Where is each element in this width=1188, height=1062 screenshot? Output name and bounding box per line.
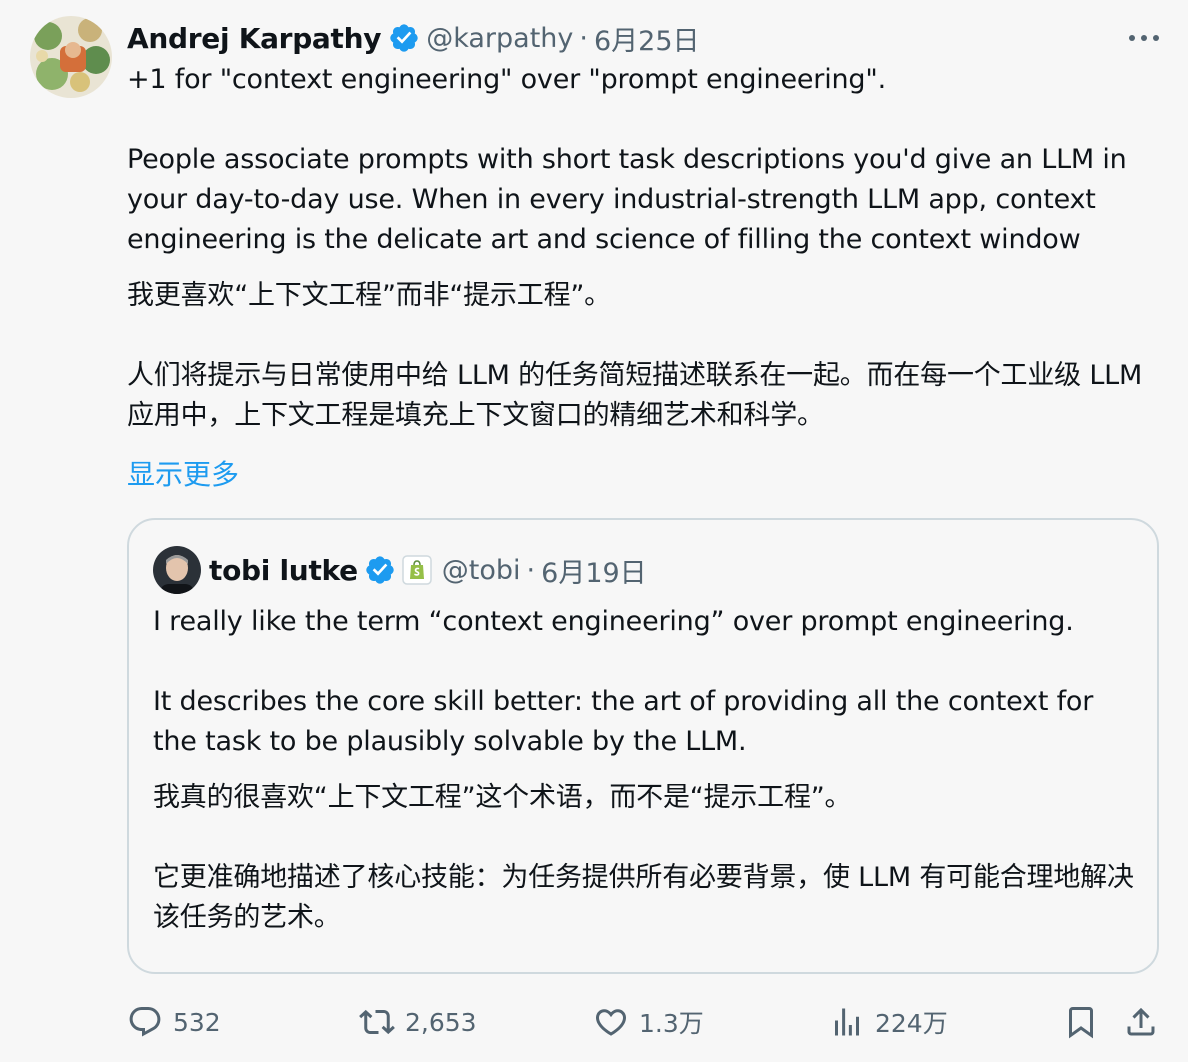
tweet-header: Andrej Karpathy @karpathy · 6月25日 [127,18,700,58]
author-name[interactable]: Andrej Karpathy [127,22,382,55]
verified-badge-icon[interactable] [364,554,396,586]
share-icon [1123,1004,1159,1040]
bookmark-icon [1063,1004,1099,1040]
quote-translation-paragraph2: 它更准确地描述了核心技能：为任务提供所有必要背景，使 LLM 有可能合理地解决该… [153,862,1134,933]
quote-author-handle[interactable]: @tobi [442,555,521,586]
tweet-translation-paragraph2: 人们将提示与日常使用中给 LLM 的任务简短描述联系在一起。而在每一个工业级 L… [127,360,1143,431]
views-count: 224万 [875,1009,948,1038]
action-bar: 532 2,653 1.3万 224万 [127,1000,1167,1044]
reply-icon [127,1004,163,1040]
more-icon[interactable] [1124,20,1164,56]
share-button[interactable] [1123,1000,1159,1044]
show-more-link[interactable]: 显示更多 [127,453,239,493]
like-count: 1.3万 [639,1009,704,1038]
repost-button[interactable]: 2,653 [359,1000,477,1044]
tweet-text-paragraph2: People associate prompts with short task… [127,144,1127,255]
quote-text-line1: I really like the term “context engineer… [153,606,1074,637]
quote-header: tobi lutke @tobi · 6月19日 [209,548,647,592]
like-button[interactable]: 1.3万 [593,1000,704,1044]
tweet-body: +1 for "context engineering" over "promp… [127,60,1167,436]
views-button[interactable]: 224万 [829,1000,948,1044]
quote-translation-line1: 我真的很喜欢“上下文工程”这个术语，而不是“提示工程”。 [153,782,852,813]
separator-dot: · [579,22,588,54]
tweet-date[interactable]: 6月25日 [594,19,700,58]
reply-button[interactable]: 532 [127,1000,221,1044]
tweet-text-line1: +1 for "context engineering" over "promp… [127,64,886,95]
quoted-tweet[interactable]: tobi lutke @tobi · 6月19日 I really like t… [127,518,1159,974]
repost-count: 2,653 [405,1007,477,1037]
author-avatar[interactable] [30,16,112,98]
quote-author-name[interactable]: tobi lutke [209,554,358,587]
author-handle[interactable]: @karpathy [426,23,573,54]
tweet-translation-line1: 我更喜欢“上下文工程”而非“提示工程”。 [127,280,611,311]
quote-date[interactable]: 6月19日 [541,551,647,590]
heart-icon [593,1004,629,1040]
separator-dot: · [526,554,536,586]
repost-icon [359,1004,395,1040]
bookmark-button[interactable] [1063,1000,1099,1044]
reply-count: 532 [173,1007,221,1037]
quote-author-avatar[interactable] [153,546,201,594]
quote-body: I really like the term “context engineer… [153,602,1143,938]
shopify-badge-icon[interactable] [402,555,432,585]
quote-text-paragraph2: It describes the core skill better: the … [153,686,1094,757]
views-icon [829,1004,865,1040]
verified-badge-icon[interactable] [388,22,420,54]
